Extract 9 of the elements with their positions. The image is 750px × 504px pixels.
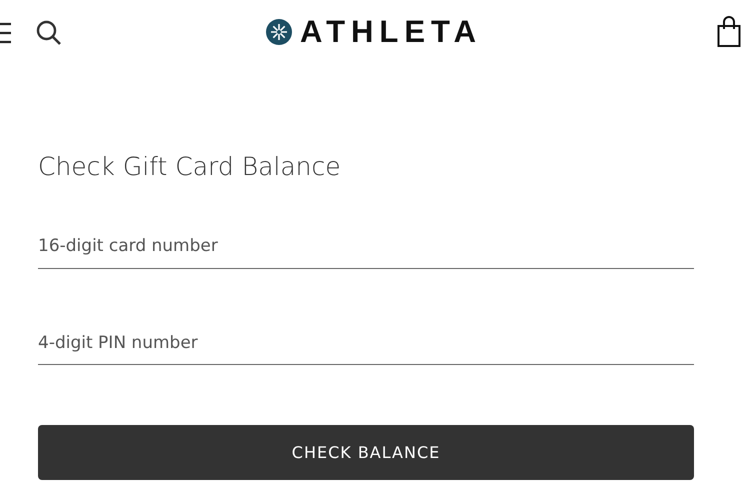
input-field[interactable]: 4-digit PIN number <box>38 322 694 365</box>
menu-icon[interactable] <box>0 22 11 44</box>
logo-icon <box>266 18 292 44</box>
search-icon[interactable] <box>36 20 62 46</box>
input-field[interactable]: 16-digit card number <box>38 226 694 268</box>
check-balance-button[interactable]: CHECK BALANCE <box>38 425 694 480</box>
shopping-bag-icon[interactable] <box>717 16 741 48</box>
brand-logo[interactable]: ATHLETA <box>300 16 482 47</box>
page-title: Check Gift Card Balance <box>38 152 342 182</box>
